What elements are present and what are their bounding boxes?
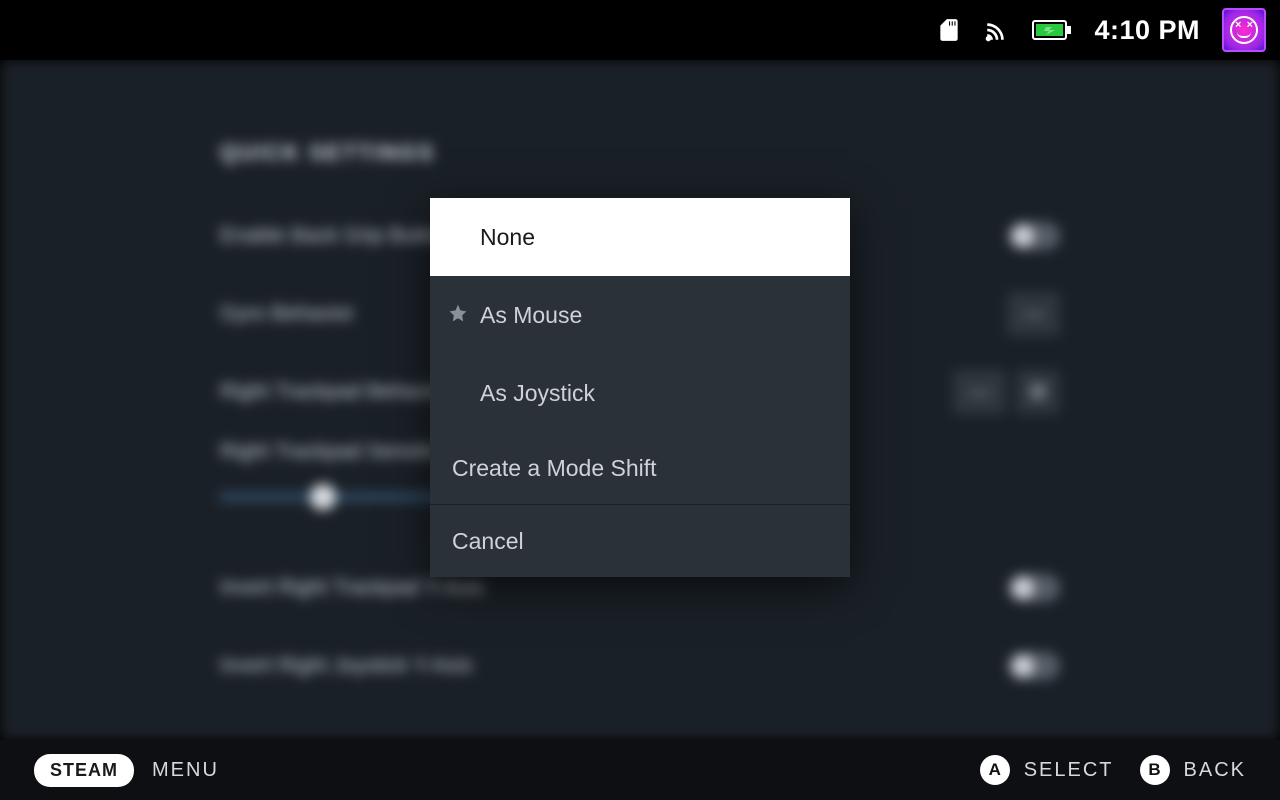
behavior-modal: None As Mouse As Joystick Create a Mode … <box>430 198 850 577</box>
modal-option-label: None <box>480 224 535 251</box>
toggle[interactable] <box>1008 574 1060 602</box>
modal-option-label: As Mouse <box>480 302 582 329</box>
section-title: QUICK SETTINGS <box>220 140 1060 166</box>
avatar-face-icon <box>1230 16 1258 44</box>
battery-icon <box>1032 19 1072 41</box>
modal-action-label: Create a Mode Shift <box>452 455 657 482</box>
toggle[interactable] <box>1008 652 1060 680</box>
a-button-label: SELECT <box>1024 759 1114 782</box>
row-label: Right Trackpad Behavior <box>220 380 450 404</box>
b-button-label: BACK <box>1184 759 1246 782</box>
row-label: Gyro Behavior <box>220 302 354 326</box>
modal-option-as-joystick[interactable]: As Joystick <box>430 354 850 432</box>
dropdown[interactable]: — <box>1007 292 1060 336</box>
a-button-icon: A <box>980 755 1010 785</box>
steam-button[interactable]: STEAM <box>34 754 134 787</box>
status-bar: 4:10 PM <box>0 0 1280 60</box>
avatar[interactable] <box>1222 8 1266 52</box>
footer-bar: STEAM MENU A SELECT B BACK <box>0 740 1280 800</box>
modal-option-none[interactable]: None <box>430 198 850 276</box>
clock: 4:10 PM <box>1094 15 1200 46</box>
row-label: Invert Right Joystick Y-Axis <box>220 654 472 678</box>
row-label: Enable Back Grip Buttons <box>220 224 460 248</box>
modal-option-as-mouse[interactable]: As Mouse <box>430 276 850 354</box>
cast-icon <box>984 17 1010 43</box>
modal-cancel[interactable]: Cancel <box>430 505 850 577</box>
dropdown[interactable]: — <box>953 370 1006 414</box>
toggle[interactable] <box>1008 222 1060 250</box>
row-label: Right Trackpad Sensitivity <box>220 440 462 464</box>
b-button-icon: B <box>1140 755 1170 785</box>
sd-card-icon <box>936 17 962 43</box>
star-icon <box>448 302 468 329</box>
modal-cancel-label: Cancel <box>452 528 524 555</box>
modal-option-label: As Joystick <box>480 380 595 407</box>
row-invert-joystick: Invert Right Joystick Y-Axis <box>220 636 1060 696</box>
modal-create-mode-shift[interactable]: Create a Mode Shift <box>430 432 850 504</box>
row-label: Invert Right Trackpad Y-Axis <box>220 576 484 600</box>
footer-menu-label: MENU <box>152 759 219 782</box>
gear-icon[interactable]: ⚙ <box>1016 370 1060 414</box>
